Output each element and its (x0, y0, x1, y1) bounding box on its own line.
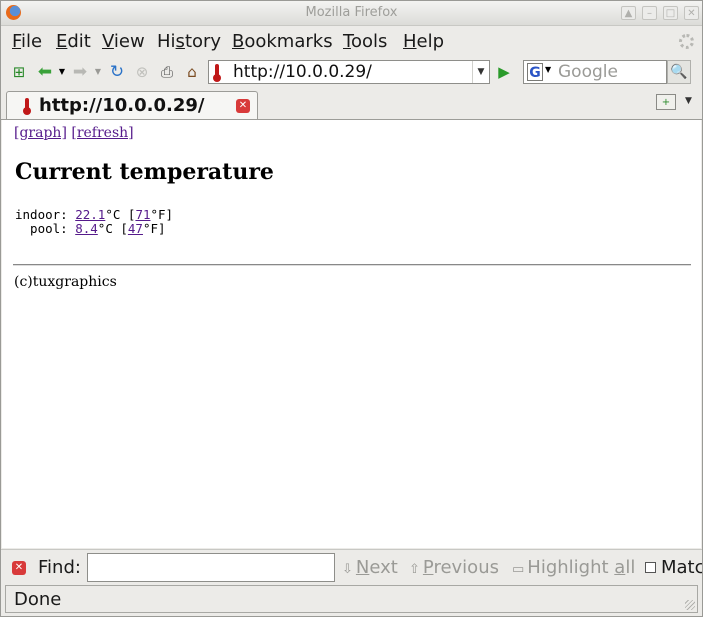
tab-close-icon[interactable]: ✕ (236, 99, 250, 113)
reload-icon[interactable]: ↻ (108, 63, 126, 81)
reading-label-pool: pool: (15, 221, 76, 236)
find-bar: ✕ Find: ⇩ Next ⇧ Previous ▭ Highlight all M… (1, 549, 702, 584)
thermometer-favicon-icon (213, 64, 221, 82)
find-next-button[interactable]: ⇩ Next (342, 557, 398, 578)
down-arrow-icon: ⇩ (342, 562, 353, 577)
menu-history[interactable]: History (157, 31, 221, 52)
browser-window: Mozilla Firefox ▲ – □ ✕ File Edit View H… (0, 0, 703, 617)
tab-list-dropdown-icon[interactable]: ▼ (685, 96, 692, 106)
find-label: Find: (38, 557, 81, 578)
up-arrow-icon: ⇧ (409, 562, 420, 577)
url-history-dropdown-icon[interactable]: ▼ (472, 61, 489, 83)
tab-current[interactable]: http://10.0.0.29/ ✕ (6, 91, 258, 119)
celsius-unit: °C [ (105, 207, 136, 222)
new-tab-icon[interactable]: + (656, 94, 676, 110)
refresh-link[interactable]: [refresh] (71, 125, 133, 141)
tab-bar: http://10.0.0.29/ ✕ + ▼ (1, 89, 702, 120)
highlight-all-button[interactable]: ▭ Highlight all (512, 557, 635, 578)
celsius-unit: °C [ (97, 221, 128, 236)
status-bar: Done (5, 585, 698, 613)
menu-edit[interactable]: Edit (56, 31, 91, 52)
search-magnifier-icon[interactable]: 🔍 (667, 60, 691, 84)
nav-links: [graph] [refresh] (14, 125, 134, 141)
home-icon[interactable]: ⌂ (183, 63, 201, 81)
new-tab-plus-icon[interactable]: ⊞ (10, 63, 28, 81)
temperature-readings: indoor: 22.1°C [71°F] pool: 8.4°C [47°F] (15, 208, 173, 236)
engine-dropdown-icon[interactable]: ▼ (545, 65, 551, 74)
go-play-icon[interactable]: ▶ (494, 62, 514, 82)
menu-view[interactable]: View (102, 31, 145, 52)
window-close-icon[interactable]: ✕ (684, 6, 699, 20)
menu-bookmarks[interactable]: Bookmarks (232, 31, 333, 52)
menu-tools[interactable]: Tools (343, 31, 387, 52)
forward-arrow-icon[interactable]: ➡ (71, 63, 89, 81)
find-previous-button[interactable]: ⇧ Previous (409, 557, 499, 578)
reading-label-indoor: indoor: (15, 207, 76, 222)
resize-grip-icon[interactable] (685, 600, 695, 610)
indoor-fahrenheit-link[interactable]: 71 (135, 207, 150, 222)
print-icon[interactable]: ⎙ (158, 63, 176, 81)
pool-celsius-link[interactable]: 8.4 (75, 221, 98, 236)
window-minimize-icon[interactable]: – (642, 6, 657, 20)
url-input[interactable] (233, 62, 453, 82)
page-title: Current temperature (15, 159, 274, 185)
search-input[interactable] (558, 62, 663, 82)
highlight-icon: ▭ (512, 562, 525, 577)
match-case-label: Matc (661, 557, 703, 578)
find-close-icon[interactable]: ✕ (12, 561, 26, 575)
find-input[interactable] (87, 553, 335, 582)
pool-fahrenheit-link[interactable]: 47 (128, 221, 143, 236)
page-content: [graph] [refresh] Current temperature in… (2, 120, 701, 548)
google-engine-icon[interactable]: G (527, 63, 543, 81)
fahrenheit-unit: °F] (142, 221, 166, 236)
window-shade-icon[interactable]: ▲ (621, 6, 636, 20)
menu-bar: File Edit View History Bookmarks Tools H… (1, 26, 702, 56)
copyright-footer: (c)tuxgraphics (14, 274, 117, 290)
horizontal-rule (13, 264, 691, 266)
window-title: Mozilla Firefox (305, 5, 398, 20)
match-case-checkbox[interactable] (645, 562, 656, 573)
back-arrow-icon[interactable]: ⬅ (36, 63, 54, 81)
window-maximize-icon[interactable]: □ (663, 6, 678, 20)
back-dropdown-icon[interactable]: ▼ (57, 63, 67, 81)
forward-dropdown-icon[interactable]: ▼ (93, 63, 103, 81)
indoor-celsius-link[interactable]: 22.1 (75, 207, 105, 222)
graph-link[interactable]: [graph] (14, 125, 67, 141)
search-bar[interactable]: G ▼ (523, 60, 667, 84)
tab-label: http://10.0.0.29/ (39, 95, 205, 116)
title-bar: Mozilla Firefox ▲ – □ ✕ (1, 1, 702, 26)
url-bar[interactable]: ▼ (208, 60, 490, 84)
menu-file[interactable]: File (12, 31, 42, 52)
menu-help[interactable]: Help (403, 31, 444, 52)
stop-icon[interactable]: ⊗ (133, 63, 151, 81)
throbber-icon (679, 34, 694, 49)
status-text: Done (14, 589, 62, 610)
thermometer-favicon-icon (23, 98, 31, 115)
fahrenheit-unit: °F] (150, 207, 174, 222)
